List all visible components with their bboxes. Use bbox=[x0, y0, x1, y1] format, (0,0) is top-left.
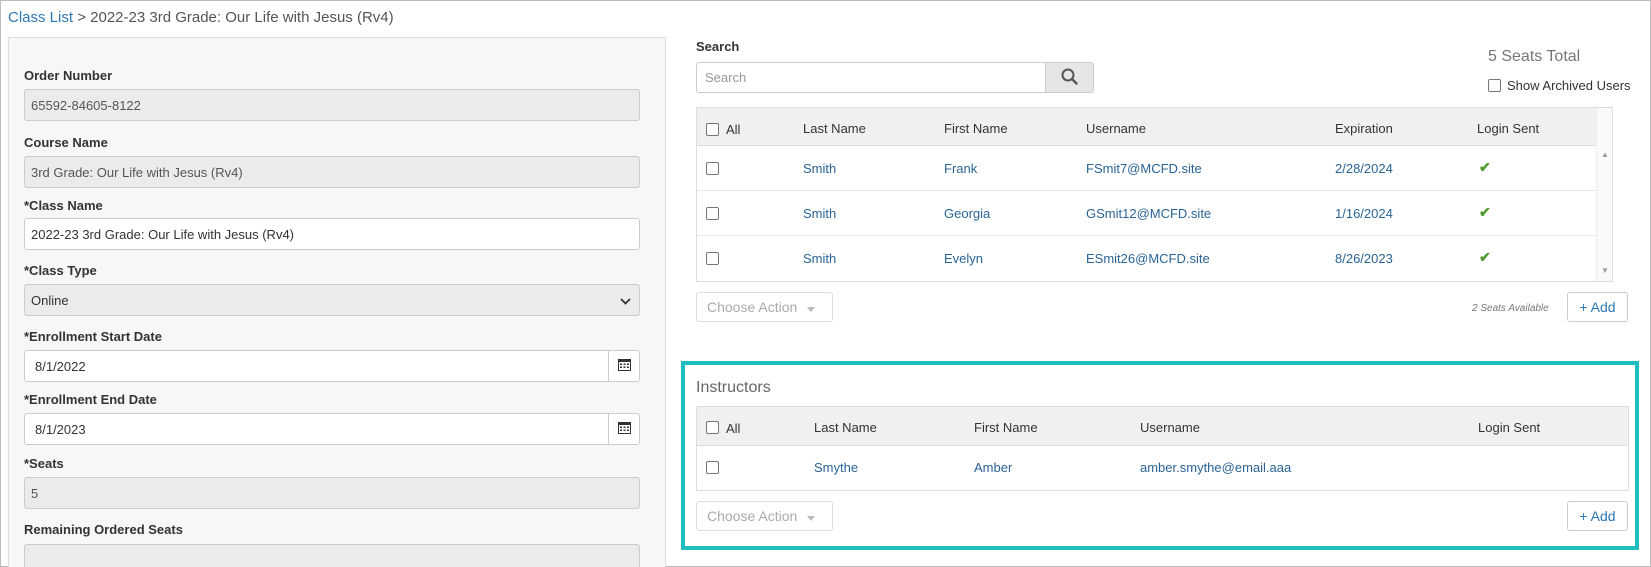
class-type-label: *Class Type bbox=[24, 263, 97, 278]
order-number-label: Order Number bbox=[24, 68, 113, 83]
choose-action-label: Choose Action bbox=[707, 299, 798, 315]
search-input[interactable]: Search bbox=[696, 62, 1046, 93]
search-button[interactable] bbox=[1045, 62, 1094, 93]
caret-down-icon bbox=[807, 508, 816, 524]
select-all-instructors-checkbox[interactable] bbox=[706, 421, 719, 434]
search-icon bbox=[1061, 68, 1078, 88]
row-checkbox[interactable] bbox=[706, 461, 719, 474]
order-number-field: 65592-84605-8122 bbox=[24, 89, 640, 121]
scroll-up-icon[interactable]: ▲ bbox=[1601, 150, 1609, 159]
column-last-name[interactable]: Last Name bbox=[814, 420, 877, 435]
calendar-icon bbox=[617, 421, 631, 437]
students-table-header: All Last Name First Name Username Expira… bbox=[697, 108, 1597, 146]
students-table-scrollbar[interactable]: ▲ ▼ bbox=[1596, 108, 1612, 281]
enrollment-start-calendar-button[interactable] bbox=[609, 350, 640, 382]
row-last-name[interactable]: Smythe bbox=[814, 460, 858, 475]
class-name-label: *Class Name bbox=[24, 198, 103, 213]
table-row: Smith Frank FSmit7@MCFD.site 2/28/2024 ✔ bbox=[697, 146, 1597, 191]
column-login-sent[interactable]: Login Sent bbox=[1478, 420, 1540, 435]
breadcrumb-current: 2022-23 3rd Grade: Our Life with Jesus (… bbox=[90, 9, 394, 26]
class-type-value: Online bbox=[31, 292, 69, 308]
choose-action-label: Choose Action bbox=[707, 508, 798, 524]
row-username[interactable]: amber.smythe@email.aaa bbox=[1140, 460, 1291, 475]
row-checkbox[interactable] bbox=[706, 162, 719, 175]
row-checkbox[interactable] bbox=[706, 207, 719, 220]
select-all-label: All bbox=[726, 421, 741, 436]
add-instructor-button[interactable]: + Add bbox=[1567, 501, 1628, 531]
row-checkbox[interactable] bbox=[706, 252, 719, 265]
select-all-students-checkbox[interactable] bbox=[706, 123, 719, 136]
row-last-name[interactable]: Smith bbox=[803, 251, 836, 266]
students-choose-action-dropdown[interactable]: Choose Action bbox=[696, 292, 833, 322]
checkmark-icon: ✔ bbox=[1479, 159, 1491, 175]
column-first-name[interactable]: First Name bbox=[974, 420, 1038, 435]
search-label: Search bbox=[696, 39, 740, 54]
checkmark-icon: ✔ bbox=[1479, 249, 1491, 265]
column-expiration[interactable]: Expiration bbox=[1335, 121, 1393, 136]
checkmark-icon: ✔ bbox=[1479, 204, 1491, 220]
column-username[interactable]: Username bbox=[1140, 420, 1200, 435]
calendar-icon bbox=[617, 358, 631, 374]
breadcrumb: Class List > 2022-23 3rd Grade: Our Life… bbox=[8, 9, 394, 26]
row-first-name[interactable]: Frank bbox=[944, 161, 977, 176]
class-details-panel: Order Number 65592-84605-8122 Course Nam… bbox=[8, 37, 666, 567]
seats-label: *Seats bbox=[24, 456, 64, 471]
breadcrumb-separator: > bbox=[77, 9, 86, 26]
course-name-label: Course Name bbox=[24, 135, 108, 150]
row-first-name[interactable]: Georgia bbox=[944, 206, 990, 221]
row-first-name[interactable]: Evelyn bbox=[944, 251, 983, 266]
instructors-table: All Last Name First Name Username Login … bbox=[696, 406, 1629, 491]
row-last-name[interactable]: Smith bbox=[803, 161, 836, 176]
row-last-name[interactable]: Smith bbox=[803, 206, 836, 221]
row-first-name[interactable]: Amber bbox=[974, 460, 1012, 475]
select-all-label: All bbox=[726, 122, 741, 137]
row-expiration[interactable]: 1/16/2024 bbox=[1335, 206, 1393, 221]
course-name-field: 3rd Grade: Our Life with Jesus (Rv4) bbox=[24, 156, 640, 188]
chevron-down-icon bbox=[620, 293, 631, 308]
row-expiration[interactable]: 8/26/2023 bbox=[1335, 251, 1393, 266]
breadcrumb-class-list-link[interactable]: Class List bbox=[8, 9, 73, 26]
row-username[interactable]: ESmit26@MCFD.site bbox=[1086, 251, 1210, 266]
remaining-seats-field bbox=[24, 544, 640, 567]
table-row: Smith Evelyn ESmit26@MCFD.site 8/26/2023… bbox=[697, 236, 1597, 281]
instructors-table-header: All Last Name First Name Username Login … bbox=[697, 407, 1628, 446]
show-archived-toggle[interactable]: Show Archived Users bbox=[1488, 78, 1631, 93]
instructors-title: Instructors bbox=[696, 379, 771, 396]
seats-total: 5 Seats Total bbox=[1488, 48, 1581, 65]
enrollment-end-calendar-button[interactable] bbox=[609, 413, 640, 445]
show-archived-checkbox[interactable] bbox=[1488, 79, 1501, 92]
seats-field: 5 bbox=[24, 477, 640, 509]
column-last-name[interactable]: Last Name bbox=[803, 121, 866, 136]
row-expiration[interactable]: 2/28/2024 bbox=[1335, 161, 1393, 176]
students-table: All Last Name First Name Username Expira… bbox=[696, 107, 1613, 282]
instructors-choose-action-dropdown[interactable]: Choose Action bbox=[696, 501, 833, 531]
scroll-down-icon[interactable]: ▼ bbox=[1601, 266, 1609, 275]
seats-available: 2 Seats Available bbox=[1472, 303, 1549, 314]
row-username[interactable]: GSmit12@MCFD.site bbox=[1086, 206, 1211, 221]
show-archived-label: Show Archived Users bbox=[1507, 78, 1631, 93]
caret-down-icon bbox=[807, 299, 816, 315]
enrollment-end-input[interactable]: 8/1/2023 bbox=[24, 413, 609, 445]
table-row: Smith Georgia GSmit12@MCFD.site 1/16/202… bbox=[697, 191, 1597, 236]
enrollment-start-input[interactable]: 8/1/2022 bbox=[24, 350, 609, 382]
table-row: Smythe Amber amber.smythe@email.aaa bbox=[697, 446, 1628, 490]
enrollment-start-label: *Enrollment Start Date bbox=[24, 329, 162, 344]
row-username[interactable]: FSmit7@MCFD.site bbox=[1086, 161, 1202, 176]
remaining-seats-label: Remaining Ordered Seats bbox=[24, 522, 183, 537]
column-login-sent[interactable]: Login Sent bbox=[1477, 121, 1539, 136]
column-first-name[interactable]: First Name bbox=[944, 121, 1008, 136]
add-student-button[interactable]: + Add bbox=[1567, 292, 1628, 322]
enrollment-end-label: *Enrollment End Date bbox=[24, 392, 157, 407]
class-name-input[interactable]: 2022-23 3rd Grade: Our Life with Jesus (… bbox=[24, 218, 640, 250]
column-username[interactable]: Username bbox=[1086, 121, 1146, 136]
class-type-select[interactable]: Online bbox=[24, 284, 640, 316]
